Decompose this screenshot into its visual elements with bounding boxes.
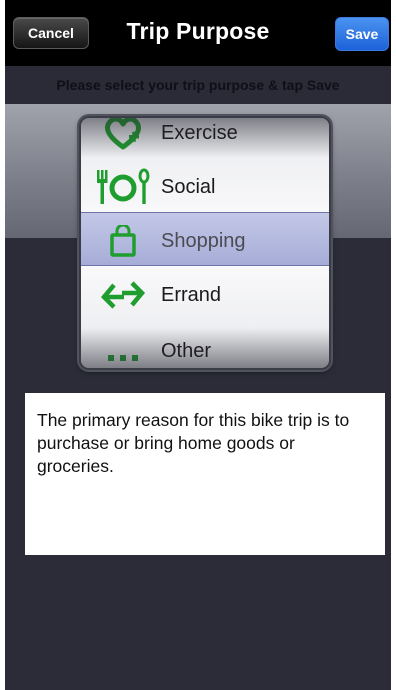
picker-item-label: Social (161, 175, 216, 198)
shopping-bag-icon (91, 214, 155, 268)
ellipsis-icon (91, 324, 155, 368)
purpose-description: The primary reason for this bike trip is… (25, 393, 385, 555)
save-button[interactable]: Save (335, 17, 389, 51)
picker-item-label: Other (161, 339, 212, 362)
heart-plus-icon (91, 118, 155, 160)
instruction-text: Please select your trip purpose & tap Sa… (5, 66, 391, 104)
picker-item-social[interactable]: Social (81, 160, 329, 214)
picker-item-label: Shopping (161, 229, 246, 252)
trip-purpose-picker[interactable]: Exercise Social Shopping Errand Other (79, 116, 331, 370)
picker-item-shopping[interactable]: Shopping (81, 214, 329, 268)
navigation-bar: Cancel Trip Purpose Save (5, 0, 391, 66)
fork-plate-spoon-icon (91, 160, 155, 214)
picker-item-exercise[interactable]: Exercise (81, 118, 329, 160)
picker-item-other[interactable]: Other (81, 324, 329, 368)
picker-item-label: Errand (161, 283, 222, 306)
picker-item-label: Exercise (161, 121, 238, 144)
double-arrow-icon (91, 268, 155, 322)
trip-purpose-screen: Cancel Trip Purpose Save Please select y… (5, 0, 391, 690)
picker-item-errand[interactable]: Errand (81, 268, 329, 322)
page-title: Trip Purpose (126, 18, 270, 44)
